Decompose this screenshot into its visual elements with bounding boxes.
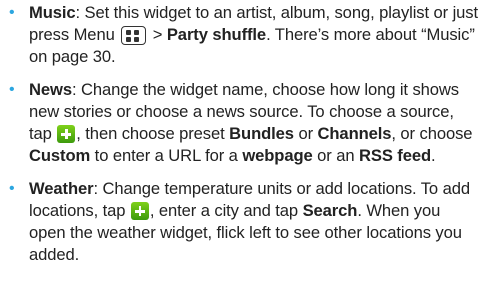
- add-icon: [130, 202, 149, 220]
- item-bold-text: Channels: [317, 124, 392, 143]
- item-text: , then choose preset: [76, 124, 230, 143]
- item-text: or an: [312, 146, 359, 165]
- item-title: Weather: [29, 179, 94, 198]
- list-item-news: • News: Change the widget name, choose h…: [7, 79, 480, 167]
- bullet-icon: •: [9, 81, 15, 98]
- item-bold-text: Bundles: [229, 124, 294, 143]
- item-bold-text: RSS feed: [358, 146, 432, 165]
- item-bold-text: Custom: [29, 146, 91, 165]
- item-text: , or choose: [391, 124, 473, 143]
- document-page: • Music: Set this widget to an artist, a…: [0, 0, 490, 305]
- item-bold-text: Search: [302, 201, 358, 220]
- item-title: News: [29, 80, 72, 99]
- bullet-icon: •: [9, 4, 15, 21]
- bullet-icon: •: [9, 180, 15, 197]
- list-item-weather: • Weather: Change temperature units or a…: [7, 178, 480, 266]
- item-text: .: [431, 146, 436, 165]
- add-icon: [57, 125, 76, 143]
- menu-key-icon: [121, 26, 147, 45]
- item-text: , enter a city and tap: [149, 201, 303, 220]
- item-title: Music: [29, 3, 76, 22]
- item-text: to enter a URL for a: [90, 146, 243, 165]
- list-item-music: • Music: Set this widget to an artist, a…: [7, 2, 480, 68]
- item-text: or: [293, 124, 318, 143]
- item-bold-text: webpage: [242, 146, 313, 165]
- item-text: >: [148, 25, 167, 44]
- item-bold-text: Party shuffle: [166, 25, 267, 44]
